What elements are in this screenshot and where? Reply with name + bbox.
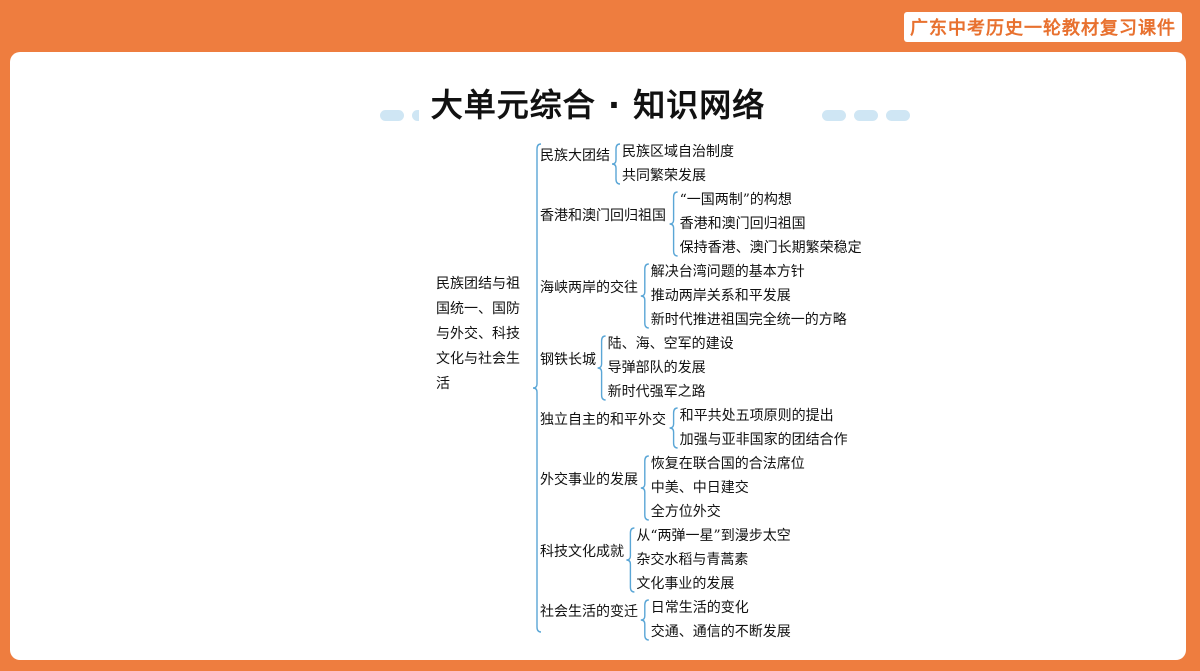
mindmap-root: 民族团结与祖国统一、国防与外交、科技文化与社会生活 <box>436 276 520 392</box>
branch-bracket <box>597 335 606 401</box>
branch-item: 从“两弹一星”到漫步太空 <box>636 528 791 544</box>
branch-item: 新时代强军之路 <box>607 384 706 400</box>
branch-label: 香港和澳门回归祖国 <box>540 208 666 224</box>
branch-item: 加强与亚非国家的团结合作 <box>679 432 848 448</box>
branch-label: 独立自主的和平外交 <box>540 412 666 428</box>
branch-bracket <box>611 143 621 185</box>
branch-item: 保持香港、澳门长期繁荣稳定 <box>679 240 862 256</box>
branch-item: 和平共处五项原则的提出 <box>679 408 834 424</box>
branch-item: 恢复在联合国的合法席位 <box>650 456 805 472</box>
branch-label: 外交事业的发展 <box>540 472 638 488</box>
branch-item: 中美、中日建交 <box>650 480 749 496</box>
branch-item: 导弹部队的发展 <box>607 360 706 376</box>
branch-bracket <box>640 599 649 641</box>
branch-item: 共同繁荣发展 <box>622 168 706 184</box>
branch-label: 社会生活的变迁 <box>540 604 638 620</box>
branch-item: 陆、海、空军的建设 <box>607 336 734 352</box>
branch-bracket <box>626 527 635 593</box>
branch-item: “一国两制”的构想 <box>679 192 792 208</box>
branch-item: 交通、通信的不断发展 <box>650 624 791 640</box>
branch-bracket <box>669 407 678 449</box>
branch-item: 香港和澳门回归祖国 <box>679 216 806 232</box>
branch-label: 科技文化成就 <box>540 544 624 560</box>
branch-item: 日常生活的变化 <box>650 600 749 616</box>
branch-item: 杂交水稻与青蒿素 <box>636 552 749 568</box>
branch-item: 民族区域自治制度 <box>622 144 734 160</box>
branch-label: 钢铁长城 <box>540 352 596 368</box>
mindmap-brackets <box>532 143 678 641</box>
branch-item: 文化事业的发展 <box>636 576 735 592</box>
branch-bracket <box>640 455 649 521</box>
branch-bracket <box>640 263 649 329</box>
branch-item: 全方位外交 <box>650 504 721 520</box>
branch-item: 推动两岸关系和平发展 <box>650 288 791 304</box>
branch-item: 新时代推进祖国完全统一的方略 <box>650 312 847 328</box>
branch-label: 民族大团结 <box>540 148 610 164</box>
branch-bracket <box>669 191 678 257</box>
branch-item: 解决台湾问题的基本方针 <box>650 264 805 280</box>
branch-label: 海峡两岸的交往 <box>540 280 638 296</box>
